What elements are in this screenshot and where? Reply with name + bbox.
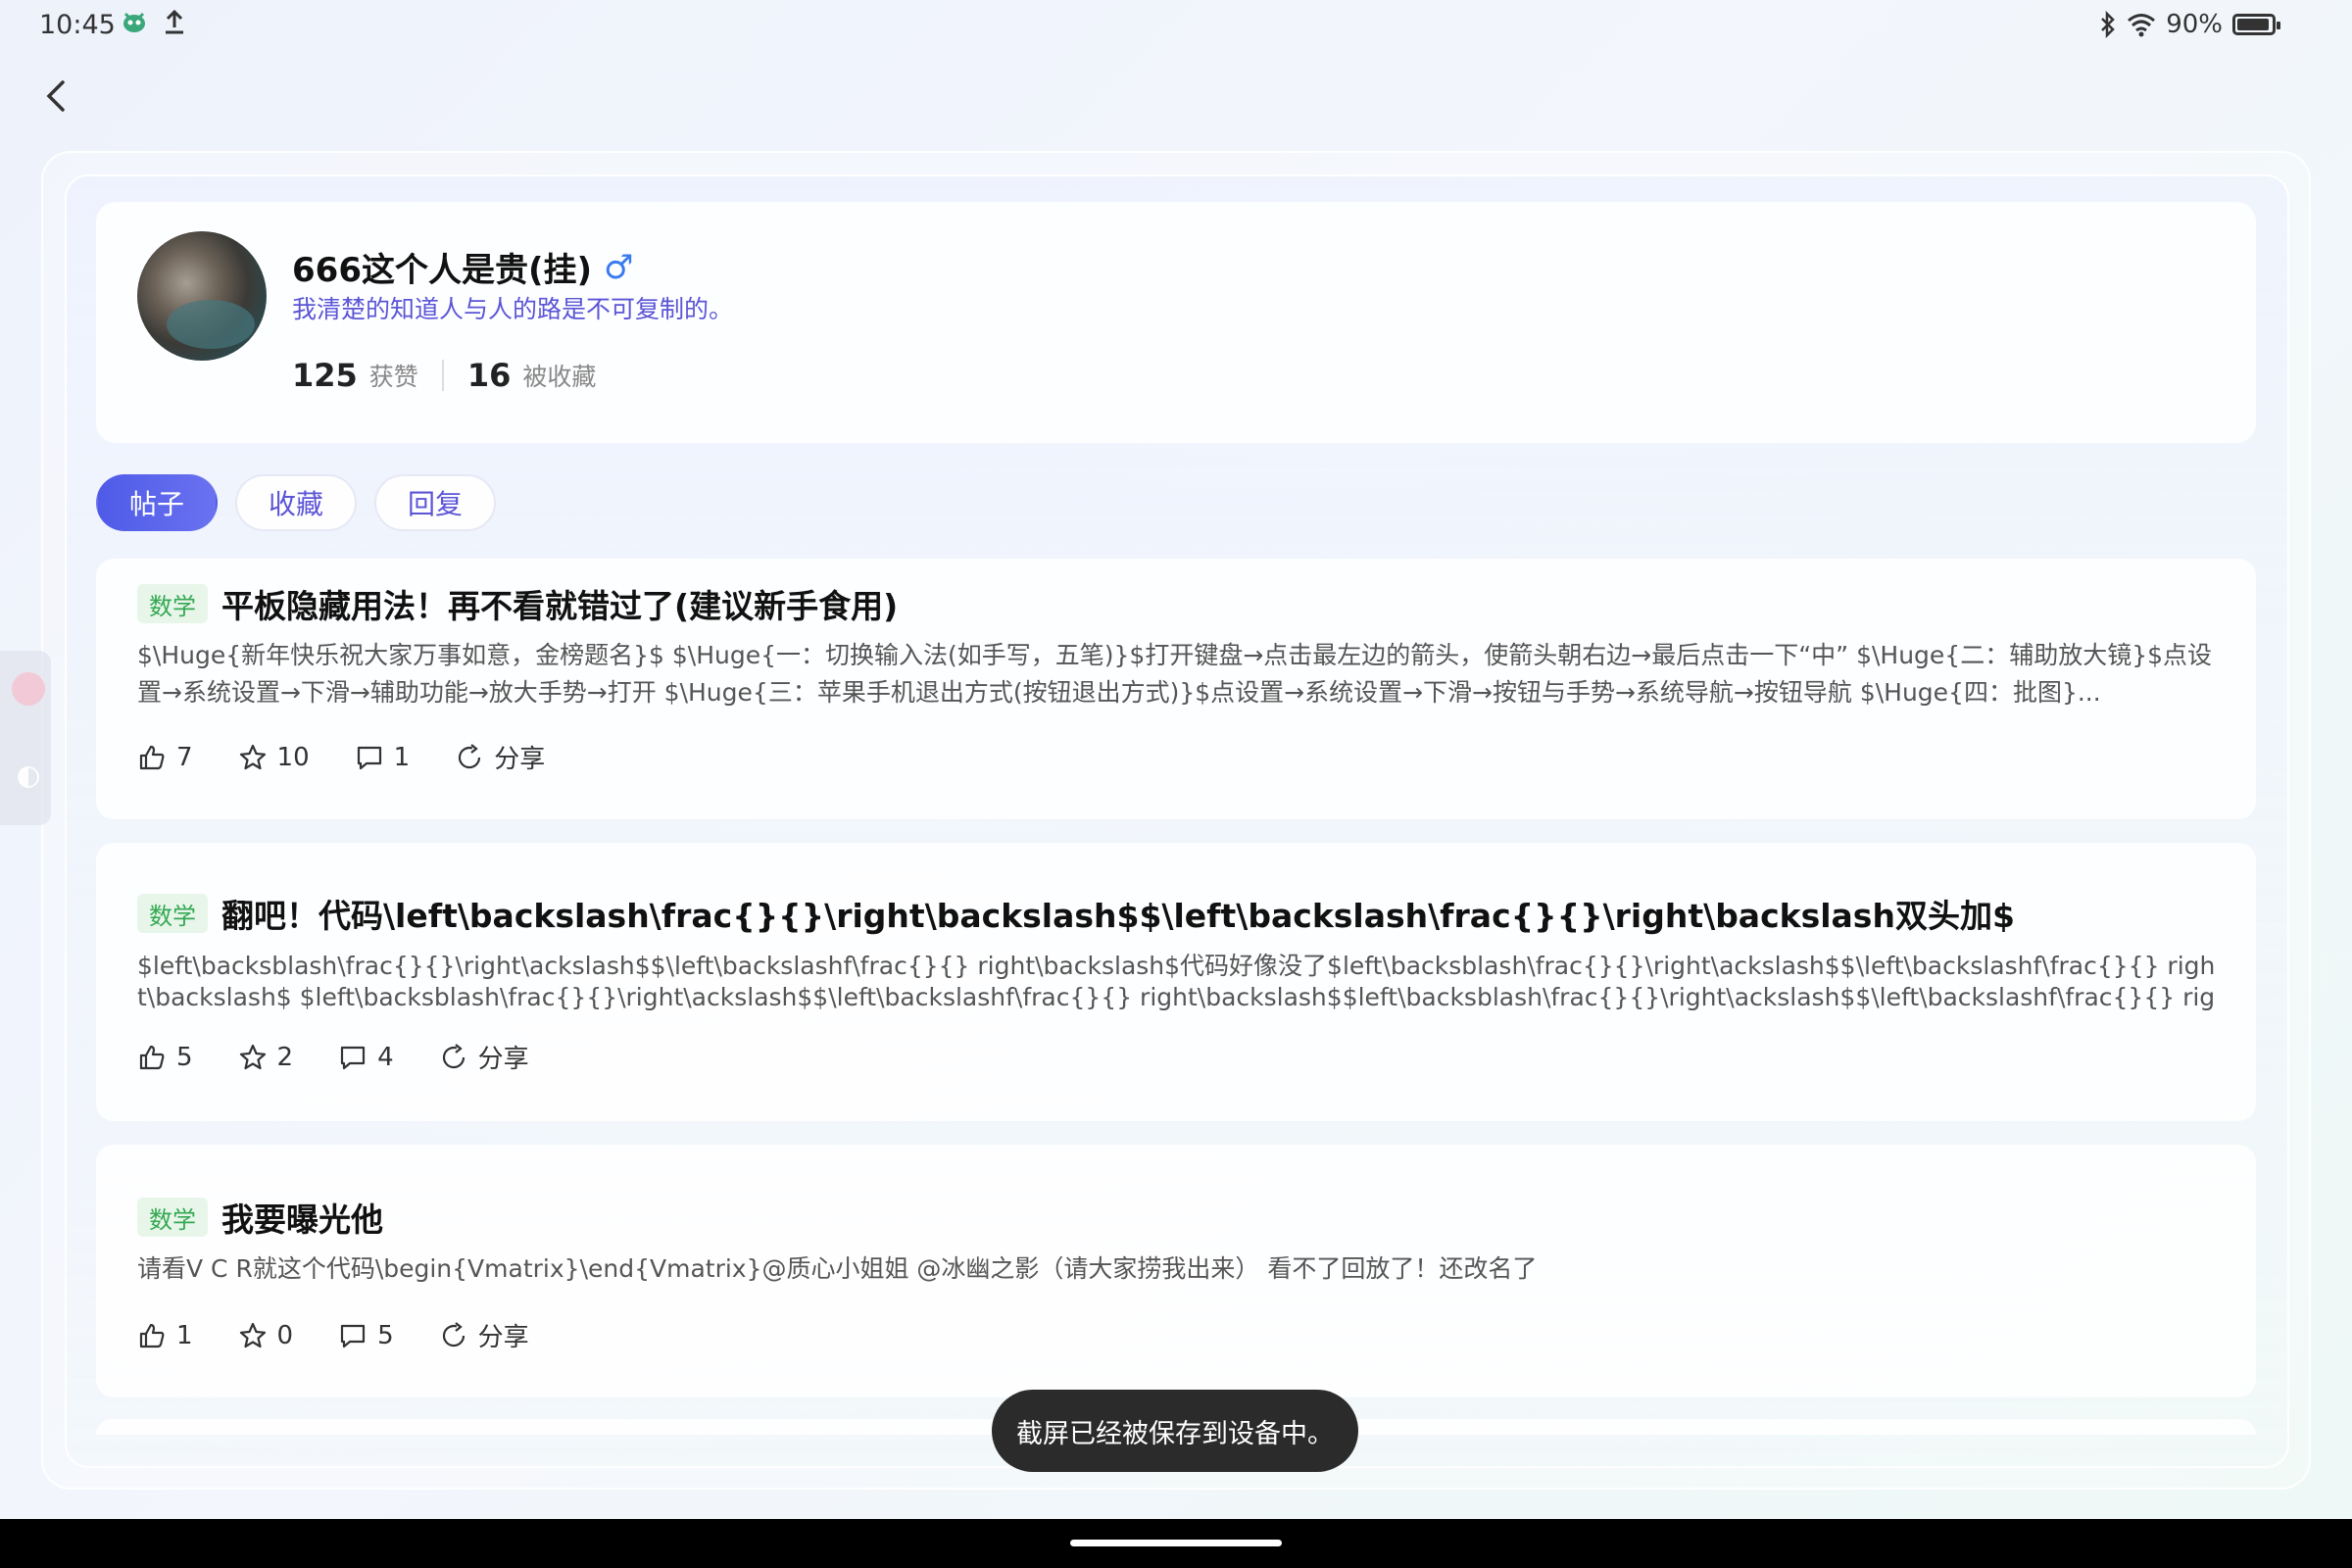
like-button[interactable]: 5 [137, 1043, 193, 1072]
comment-button[interactable]: 1 [355, 742, 411, 772]
comment-icon [340, 1046, 366, 1069]
share-button[interactable]: 分享 [455, 739, 545, 775]
like-button[interactable]: 7 [137, 743, 193, 772]
navigation-bar [0, 1519, 2352, 1568]
wifi-icon [2128, 14, 2156, 37]
post-title-row: 数学 翻吧！代码\left\backslash\frac{}{}\right\b… [137, 890, 2015, 937]
male-gender-icon: ♂ [604, 247, 634, 287]
post-tag[interactable]: 数学 [137, 584, 208, 623]
battery-percent: 90% [2166, 10, 2223, 39]
thumbs-up-icon [139, 745, 165, 769]
post-tag[interactable]: 数学 [137, 1198, 208, 1237]
post-card[interactable]: 数学 翻吧！代码\left\backslash\frac{}{}\right\b… [96, 843, 2256, 1121]
thumbs-up-icon [139, 1045, 165, 1069]
upload-icon [166, 9, 183, 34]
like-count: 1 [176, 1320, 193, 1350]
profile-tabs: 帖子 收藏 回复 [96, 474, 497, 531]
star-icon [239, 744, 266, 769]
stats-divider [441, 360, 444, 391]
battery-icon [2232, 14, 2280, 35]
post-actions: 5 2 4 分享 [137, 1039, 574, 1075]
share-label: 分享 [477, 1045, 529, 1074]
home-indicator[interactable] [1070, 1540, 1282, 1546]
share-label: 分享 [494, 745, 546, 774]
post-title[interactable]: 翻吧！代码\left\backslash\frac{}{}\right\back… [221, 890, 2015, 937]
comment-count: 4 [377, 1042, 394, 1072]
post-actions: 7 10 1 分享 [137, 739, 590, 775]
comment-icon [357, 746, 381, 769]
profile-name-row: 666这个人是贵(挂) ♂ [292, 243, 634, 291]
share-label: 分享 [477, 1323, 529, 1352]
post-card[interactable]: 数学 平板隐藏用法！再不看就错过了(建议新手食用) $\Huge{新年快乐祝大家… [96, 559, 2256, 819]
profile-name: 666这个人是贵(挂) [292, 251, 593, 290]
comment-button[interactable]: 5 [338, 1321, 394, 1350]
back-button[interactable] [35, 73, 74, 120]
toast-message: 截屏已经被保存到设备中。 [992, 1390, 1358, 1472]
likes-count: 125 [292, 357, 358, 394]
thumbs-up-icon [139, 1323, 165, 1348]
post-title-row: 数学 平板隐藏用法！再不看就错过了(建议新手食用) [137, 580, 898, 627]
favorited-label: 被收藏 [522, 363, 597, 391]
post-body: $left\backsblash\frac{}{}\right\ackslash… [137, 952, 2216, 1011]
star-icon [239, 1044, 266, 1069]
profile-bio: 我清楚的知道人与人的路是不可复制的。 [292, 295, 734, 323]
likes-label: 获赞 [368, 363, 418, 391]
status-right: 90% [2099, 10, 2280, 39]
status-time: 10:45 [39, 10, 116, 40]
share-button[interactable]: 分享 [439, 1039, 529, 1075]
comment-button[interactable]: 4 [338, 1043, 394, 1072]
favorited-count: 16 [466, 357, 512, 394]
status-bar: 10:45 90% [0, 0, 2352, 49]
status-left-icons [120, 8, 186, 35]
comment-icon [340, 1324, 366, 1348]
star-button[interactable]: 0 [238, 1320, 294, 1350]
share-icon [442, 1043, 465, 1068]
magnifier-icon[interactable] [12, 672, 45, 706]
star-count: 2 [276, 1042, 294, 1072]
profile-card: 666这个人是贵(挂) ♂ 我清楚的知道人与人的路是不可复制的。 125 获赞 … [96, 202, 2256, 443]
tab-replies[interactable]: 回复 [374, 474, 497, 531]
post-body: 请看V C R就这个代码\begin{Vmatrix}\end{Vmatrix}… [137, 1254, 1538, 1283]
post-title-row: 数学 我要曝光他 [137, 1194, 383, 1241]
bluetooth-icon [2101, 11, 2115, 38]
like-button[interactable]: 1 [137, 1321, 193, 1350]
chevron-left-icon [46, 80, 65, 112]
share-icon [442, 1321, 465, 1347]
star-count: 10 [276, 742, 310, 772]
post-card[interactable]: 数学 我要曝光他 请看V C R就这个代码\begin{Vmatrix}\end… [96, 1145, 2256, 1397]
post-title[interactable]: 我要曝光他 [221, 1194, 383, 1241]
floating-accessibility-tool[interactable] [0, 651, 51, 825]
star-count: 0 [276, 1320, 294, 1350]
like-count: 5 [176, 1042, 193, 1072]
share-button[interactable]: 分享 [439, 1317, 529, 1353]
tab-favorites[interactable]: 收藏 [235, 474, 358, 531]
avatar[interactable] [137, 231, 267, 361]
post-title[interactable]: 平板隐藏用法！再不看就错过了(建议新手食用) [221, 580, 898, 627]
share-icon [459, 743, 481, 768]
comment-count: 5 [377, 1320, 394, 1350]
profile-stats: 125 获赞 16 被收藏 [292, 357, 596, 394]
post-actions: 1 0 5 分享 [137, 1317, 574, 1353]
post-body: $\Huge{新年快乐祝大家万事如意，金榜题名}$ $\Huge{一：切换输入法… [137, 641, 2213, 707]
comment-count: 1 [393, 742, 411, 772]
tab-posts[interactable]: 帖子 [96, 474, 219, 531]
bug-icon [123, 12, 145, 32]
like-count: 7 [176, 742, 193, 772]
star-button[interactable]: 10 [238, 743, 310, 772]
star-icon [239, 1322, 266, 1348]
contrast-icon[interactable] [18, 766, 39, 788]
star-button[interactable]: 2 [238, 1042, 294, 1072]
post-tag[interactable]: 数学 [137, 894, 208, 933]
